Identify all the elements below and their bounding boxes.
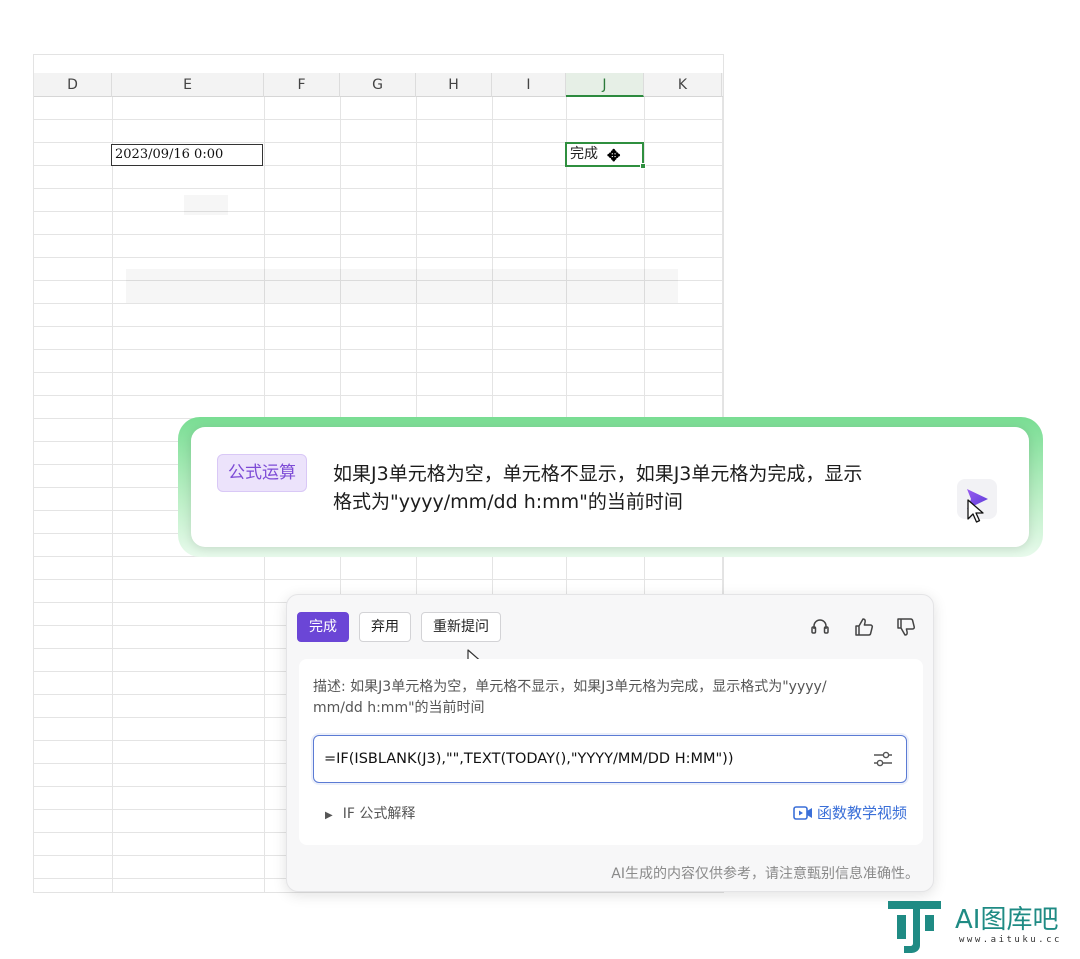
discard-button[interactable]: 弃用	[359, 612, 411, 642]
column-header-j[interactable]: J	[566, 73, 644, 97]
formula-explanation-toggle[interactable]: ▶ IF 公式解释	[325, 803, 415, 823]
formula-text: =IF(ISBLANK(J3),"",TEXT(TODAY(),"YYYY/MM…	[324, 751, 734, 767]
prompt-card: 公式运算 如果J3单元格为空，单元格不显示，如果J3单元格为完成，显示 格式为"…	[191, 427, 1029, 547]
description-line: 描述: 如果J3单元格为空，单元格不显示，如果J3单元格为完成，显示格式为"yy…	[313, 679, 827, 695]
expand-triangle-icon: ▶	[325, 810, 333, 821]
cell-j3-selected[interactable]: 完成 ✥	[565, 142, 646, 169]
reask-button[interactable]: 重新提问	[421, 612, 501, 642]
headset-icon[interactable]	[809, 616, 831, 638]
ai-disclaimer: AI生成的内容仅供参考，请注意甄别信息准确性。	[611, 866, 919, 882]
cell-e3[interactable]: 2023/09/16 0:00	[111, 144, 263, 166]
done-button[interactable]: 完成	[297, 612, 349, 642]
result-body: 描述: 如果J3单元格为空，单元格不显示，如果J3单元格为完成，显示格式为"yy…	[299, 659, 923, 845]
explain-label: IF 公式解释	[342, 806, 416, 822]
watermark-logo: AI图库吧 www.aituku.cc	[885, 895, 1075, 955]
cell-j3-value: 完成	[570, 146, 598, 162]
description-line: mm/dd h:mm"的当前时间	[313, 700, 485, 716]
column-header-row: D E F G H I J K	[34, 73, 723, 97]
fill-handle[interactable]	[640, 163, 646, 169]
faded-overlay	[126, 269, 678, 303]
logo-name: AI图库吧	[955, 905, 1059, 935]
prompt-text[interactable]: 如果J3单元格为空，单元格不显示，如果J3单元格为完成，显示 格式为"yyyy/…	[333, 460, 933, 516]
column-header-k[interactable]: K	[644, 73, 722, 97]
formula-field[interactable]: =IF(ISBLANK(J3),"",TEXT(TODAY(),"YYYY/MM…	[313, 735, 907, 783]
column-header-h[interactable]: H	[416, 73, 492, 97]
video-icon	[793, 806, 812, 820]
settings-sliders-icon[interactable]	[872, 749, 894, 769]
column-header-g[interactable]: G	[340, 73, 416, 97]
column-header-e[interactable]: E	[112, 73, 264, 97]
tutorial-video-link[interactable]: 函数教学视频	[793, 802, 907, 823]
logo-url: www.aituku.cc	[959, 935, 1062, 945]
prompt-text-line: 格式为"yyyy/mm/dd h:mm"的当前时间	[333, 491, 683, 513]
aituku-logo-icon	[888, 901, 941, 953]
column-header-i[interactable]: I	[492, 73, 566, 97]
cross-cursor-icon: ✥	[607, 146, 621, 165]
ai-result-panel: 完成 弃用 重新提问 描述: 如果J3单元格为空，单元格不显示，如果J3单元格为…	[286, 594, 934, 892]
grid-line	[112, 97, 113, 892]
formula-description: 描述: 如果J3单元格为空，单元格不显示，如果J3单元格为完成，显示格式为"yy…	[313, 677, 909, 719]
prompt-text-line: 如果J3单元格为空，单元格不显示，如果J3单元格为完成，显示	[333, 463, 863, 485]
formula-mode-tag[interactable]: 公式运算	[217, 454, 307, 492]
faded-overlay	[184, 195, 228, 215]
column-header-d[interactable]: D	[34, 73, 112, 97]
video-link-label: 函数教学视频	[816, 804, 907, 822]
thumbs-down-icon[interactable]	[895, 616, 917, 638]
column-header-f[interactable]: F	[264, 73, 340, 97]
thumbs-up-icon[interactable]	[853, 616, 875, 638]
mouse-pointer-icon	[967, 499, 984, 523]
